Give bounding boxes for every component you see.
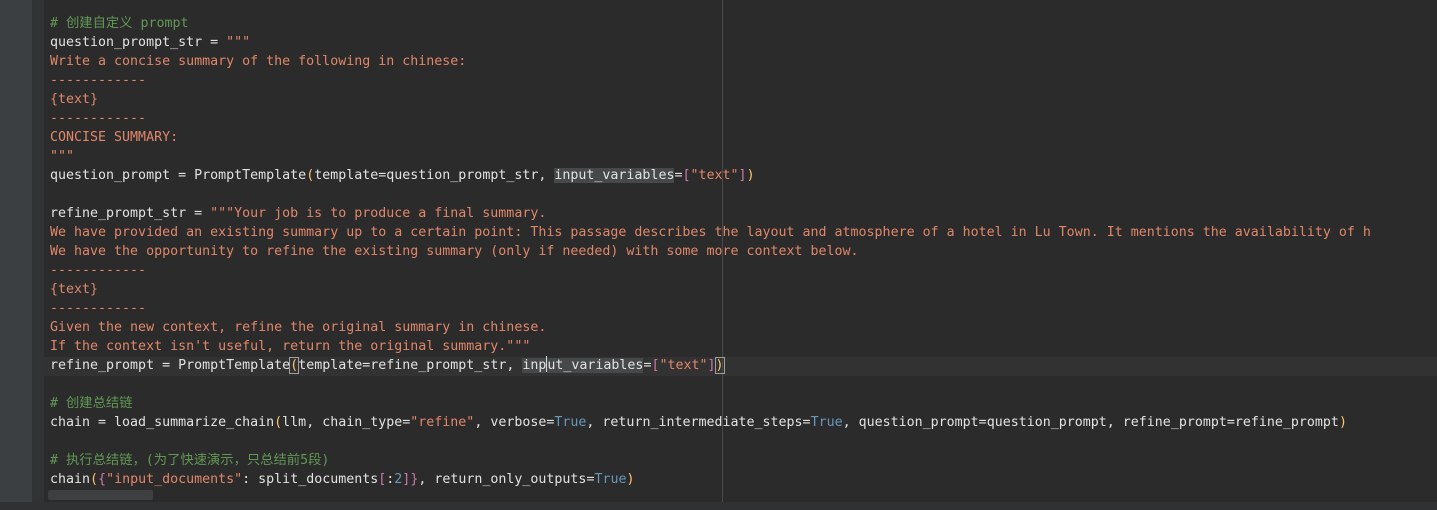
code-token: {text} [50,92,99,107]
code-token: # 创建总结链 [50,396,133,411]
code-token: [ [682,168,691,183]
code-token: ------------ [50,73,147,88]
code-token: """ [226,35,251,50]
editor-gutter [33,0,44,510]
code-line[interactable]: ------------ [50,299,1371,318]
code-token: "text" [690,168,739,183]
code-line[interactable]: # 创建自定义 prompt [50,14,1371,33]
code-token: We have the opportunity to refine the ex… [50,244,859,259]
code-token: , verbose= [474,415,555,430]
code-token: refine_prompt = PromptTemplate [50,358,291,373]
code-line[interactable]: CONCISE SUMMARY: [50,128,1371,147]
code-token: ( [289,357,300,374]
code-token: ( [90,472,99,487]
code-token: {text} [50,282,99,297]
code-token: We have provided an existing summary up … [50,225,1371,240]
code-line[interactable]: Given the new context, refine the origin… [50,318,1371,337]
code-line[interactable]: {text} [50,90,1371,109]
code-line[interactable]: Write a concise summary of the following… [50,52,1371,71]
code-token: If the context isn't useful, return the … [50,339,531,354]
code-editor-window: # 创建自定义 prompt question_prompt_str = """ W… [0,0,1437,510]
code-token: "text" [659,358,708,373]
code-token: refine_prompt_str = [50,206,211,221]
code-line[interactable]: {text} [50,280,1371,299]
code-line[interactable]: ------------ [50,109,1371,128]
code-token: ) [746,168,755,183]
code-token: Write a concise summary of the following… [50,54,467,69]
code-token: True [810,415,843,430]
code-token: inp [522,358,547,373]
code-token: ] [707,358,716,373]
code-line[interactable]: question_prompt_str = """ [50,33,1371,52]
code-token: ] [738,168,747,183]
code-token: ------------ [50,111,147,126]
code-token: template=question_prompt_str, [314,168,555,183]
code-token: template=refine_prompt_str, [298,358,523,373]
code-line[interactable]: ------------ [50,71,1371,90]
code-token: question_prompt = PromptTemplate [50,168,307,183]
code-line[interactable]: refine_prompt = PromptTemplate(template=… [50,356,1371,375]
code-token: """ [50,149,75,164]
code-token: ) [714,357,725,374]
code-line[interactable]: # 创建总结链 [50,394,1371,413]
code-token: Given the new context, refine the origin… [50,320,547,335]
code-token: CONCISE SUMMARY: [50,130,179,145]
code-token: , question_prompt=question_prompt, refin… [842,415,1339,430]
code-token: True [594,472,627,487]
code-token: ( [274,415,283,430]
code-token: ------------ [50,301,147,316]
code-lines[interactable]: # 创建自定义 prompt question_prompt_str = """ W… [50,14,1371,489]
code-token: llm, chain_type= [282,415,411,430]
code-token: , return_intermediate_steps= [586,415,811,430]
code-line[interactable]: refine_prompt_str = """Your job is to pr… [50,204,1371,223]
code-line[interactable] [50,185,1371,204]
code-token: """Your job is to produce a final summar… [210,206,547,221]
code-token: # 执行总结链，(为了快速演示，只总结前5段) [50,453,330,468]
code-line[interactable]: chain = load_summarize_chain(llm, chain_… [50,413,1371,432]
code-token: { [98,472,107,487]
code-line[interactable] [50,432,1371,451]
code-token: : split_documents [242,472,379,487]
code-token: chain = load_summarize_chain [50,415,275,430]
code-token: input_variables [554,168,675,183]
code-line[interactable]: # 执行总结链，(为了快速演示，只总结前5段) [50,451,1371,470]
code-token: ( [306,168,315,183]
code-line[interactable]: """ [50,147,1371,166]
code-line[interactable]: chain({"input_documents": split_document… [50,470,1371,489]
horizontal-scrollbar-thumb[interactable] [48,490,153,500]
code-line[interactable]: ------------ [50,261,1371,280]
code-token: ------------ [50,263,147,278]
code-token: # 创建自定义 prompt [50,16,189,31]
code-area[interactable]: # 创建自定义 prompt question_prompt_str = """ W… [44,0,1437,502]
code-token: "input_documents" [106,472,243,487]
code-token: ut_variables [547,358,644,373]
horizontal-scrollbar-track[interactable] [0,502,1437,510]
code-line[interactable]: We have provided an existing summary up … [50,223,1371,242]
code-token: chain [50,472,91,487]
code-line[interactable]: If the context isn't useful, return the … [50,337,1371,356]
code-token: question_prompt_str = [50,35,227,50]
code-token: "refine" [410,415,475,430]
code-token: ) [626,472,635,487]
code-token: True [554,415,587,430]
code-line[interactable] [50,375,1371,394]
left-tool-strip [0,0,33,510]
code-line[interactable]: question_prompt = PromptTemplate(templat… [50,166,1371,185]
code-token: , return_only_outputs= [418,472,595,487]
code-line[interactable]: We have the opportunity to refine the ex… [50,242,1371,261]
code-token: ) [1338,415,1347,430]
